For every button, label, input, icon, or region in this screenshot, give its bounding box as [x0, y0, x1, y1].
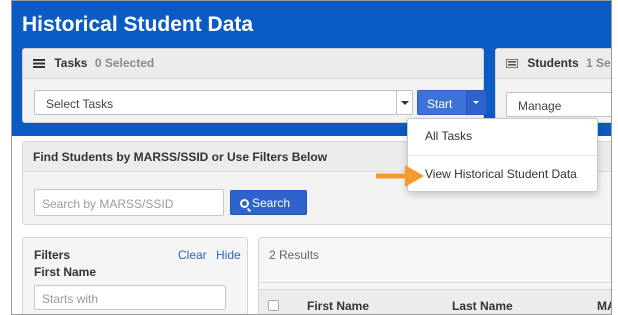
- search-button-label: Search: [252, 196, 291, 210]
- first-name-filter-input[interactable]: Starts with: [34, 285, 226, 310]
- tasks-selected-count: 0 Selected: [94, 56, 155, 70]
- chevron-down-icon: [401, 101, 409, 105]
- list-icon: [506, 59, 518, 68]
- students-panel: Students 1 Se Manage: [495, 48, 611, 123]
- tasks-title: Tasks: [54, 56, 88, 70]
- students-title: Students: [527, 56, 579, 70]
- filters-panel: Filters Clear Hide First Name Starts wit…: [22, 237, 248, 314]
- select-all-checkbox[interactable]: [268, 300, 279, 311]
- start-dropdown-toggle[interactable]: [466, 90, 487, 115]
- menu-item-all-tasks[interactable]: All Tasks: [408, 121, 597, 153]
- list-icon: [33, 59, 45, 68]
- menu-divider: [408, 155, 597, 156]
- column-header-marss[interactable]: MA: [597, 299, 611, 313]
- menu-item-view-historical-student-data[interactable]: View Historical Student Data: [408, 159, 597, 191]
- page-title: Historical Student Data: [22, 13, 254, 36]
- start-button[interactable]: Start: [417, 90, 467, 115]
- manage-students-dropdown[interactable]: Manage: [506, 92, 611, 117]
- tasks-panel-header: Tasks 0 Selected: [23, 49, 483, 79]
- select-tasks-toggle[interactable]: [396, 90, 413, 115]
- results-table-header: First Name Last Name MA: [259, 289, 611, 314]
- filters-hide-link[interactable]: Hide: [216, 248, 241, 262]
- students-selected-count: 1 Se: [586, 56, 611, 70]
- filters-clear-link[interactable]: Clear: [178, 248, 207, 262]
- search-icon: [240, 199, 249, 208]
- column-header-first-name[interactable]: First Name: [307, 299, 369, 313]
- filters-title: Filters: [34, 248, 71, 262]
- select-tasks-dropdown[interactable]: Select Tasks: [34, 90, 404, 115]
- search-button[interactable]: Search: [230, 190, 307, 215]
- results-panel: 2 Results First Name Last Name MA: [258, 237, 611, 314]
- pointer-arrow-icon: [376, 165, 424, 187]
- first-name-filter-label: First Name: [34, 265, 97, 279]
- chevron-down-icon: [473, 101, 479, 104]
- start-dropdown-menu: All Tasks View Historical Student Data: [407, 118, 598, 192]
- column-header-last-name[interactable]: Last Name: [452, 299, 513, 313]
- divider: [259, 282, 611, 283]
- header-banner: Historical Student Data Tasks 0 Selected…: [12, 1, 611, 136]
- results-count: 2 Results: [269, 248, 320, 262]
- app-window: Historical Student Data Tasks 0 Selected…: [11, 0, 612, 315]
- students-panel-header: Students 1 Se: [496, 49, 611, 79]
- marss-ssid-search-input[interactable]: Search by MARSS/SSID: [34, 189, 224, 216]
- tasks-panel: Tasks 0 Selected Select Tasks Start: [22, 48, 487, 123]
